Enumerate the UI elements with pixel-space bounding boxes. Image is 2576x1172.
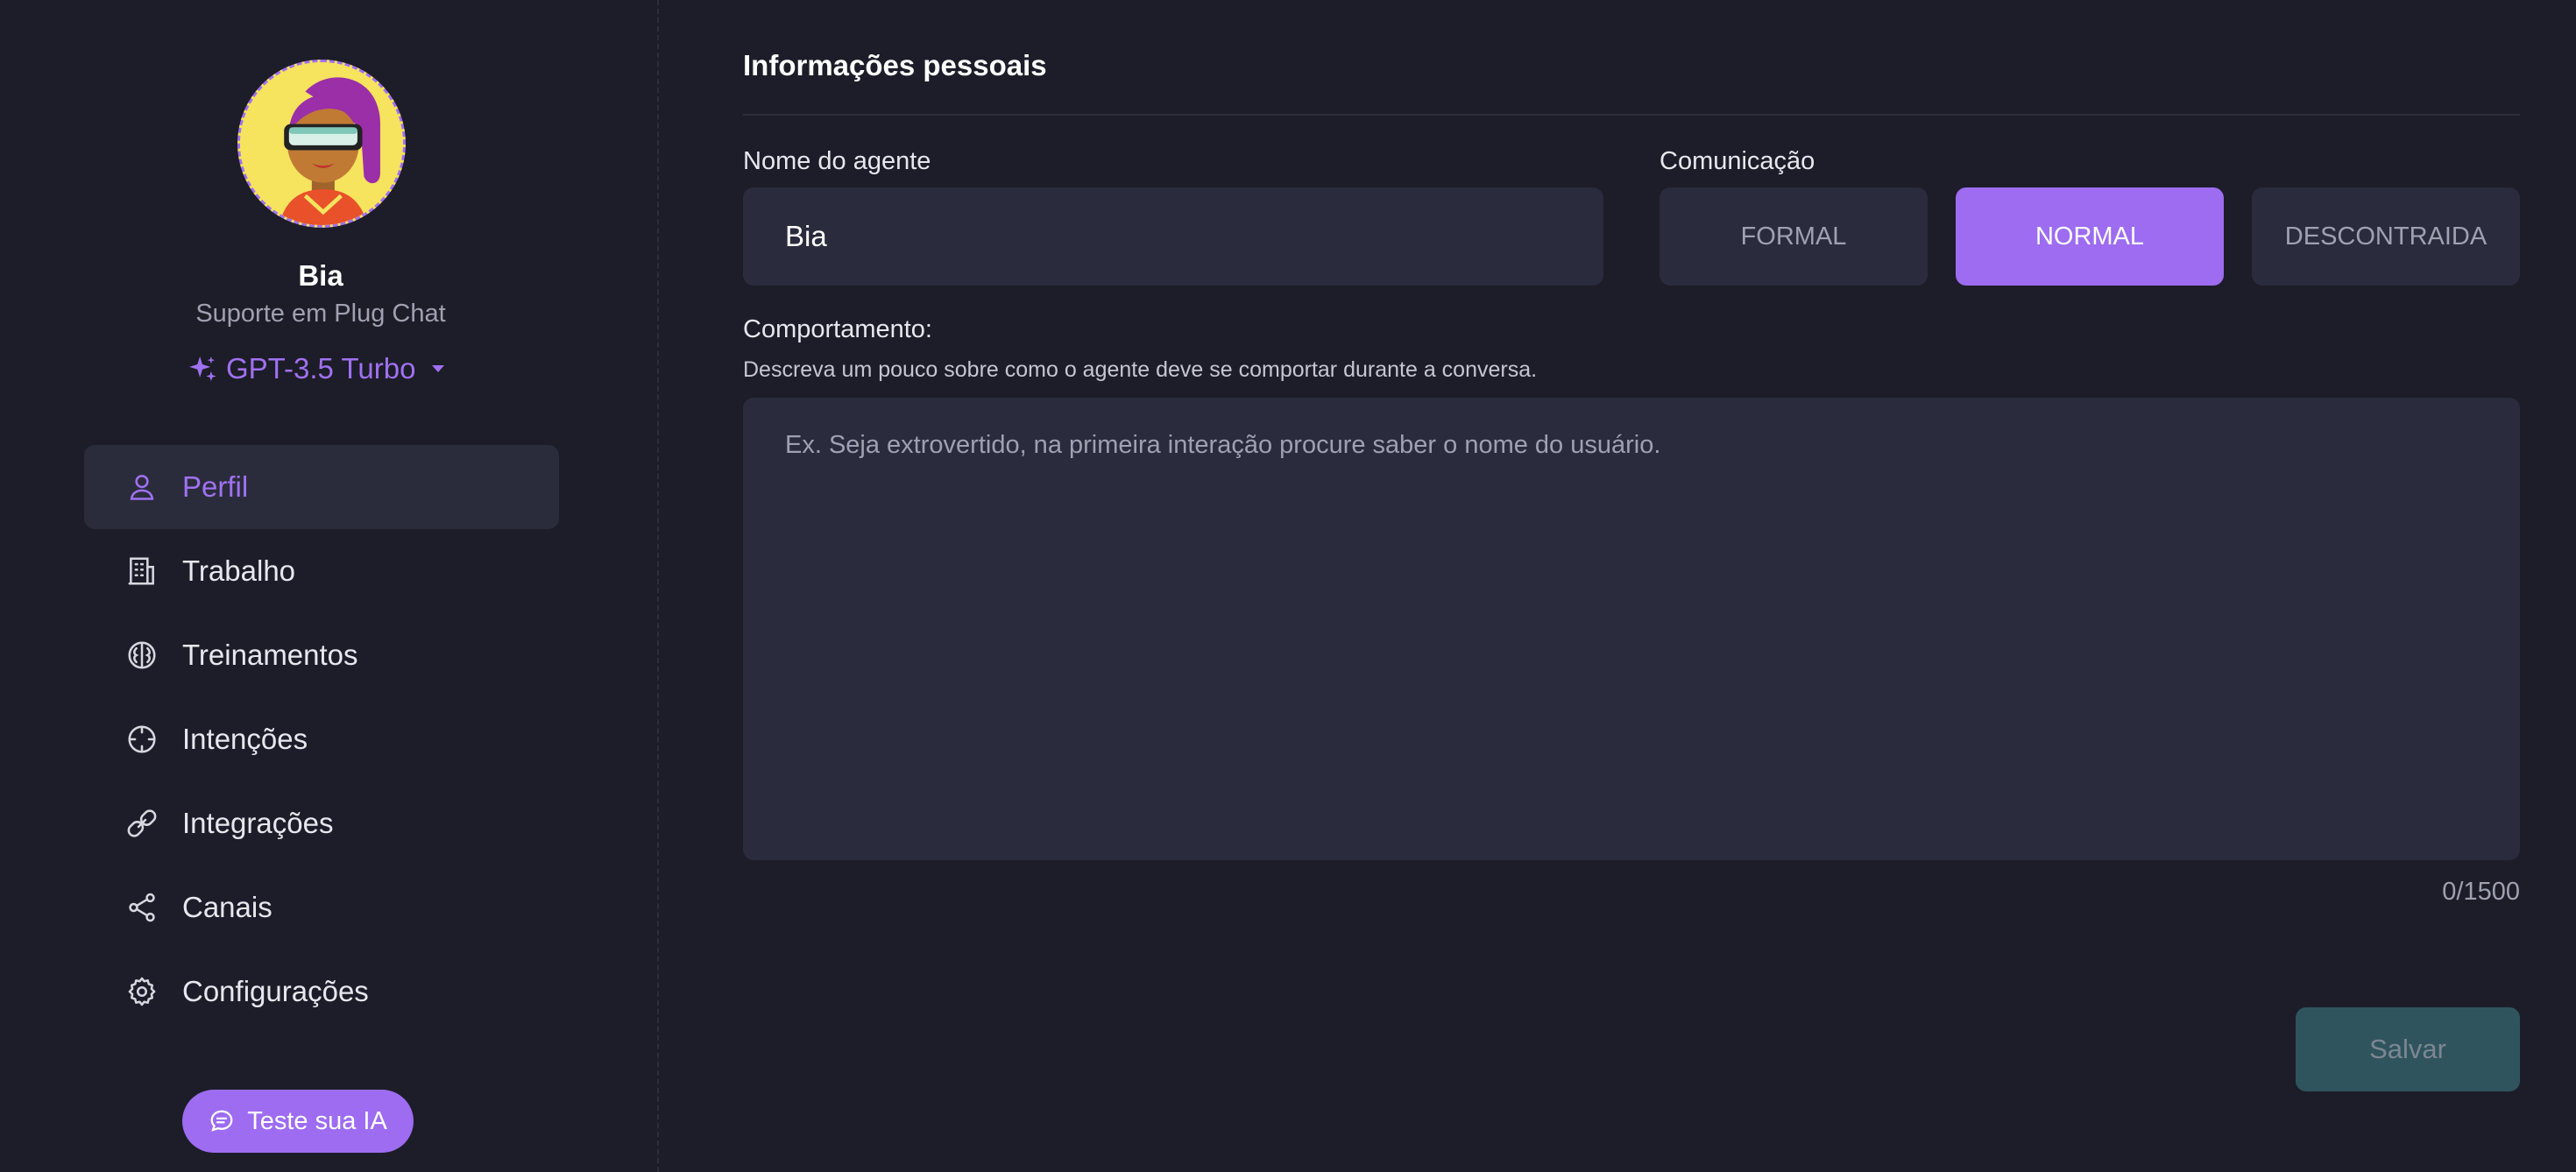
- sidebar-item-perfil[interactable]: Perfil: [84, 445, 559, 529]
- sidebar-item-configuracoes[interactable]: Configurações: [84, 950, 559, 1034]
- test-ai-label: Teste sua IA: [247, 1106, 387, 1135]
- name-field-label: Nome do agente: [743, 147, 931, 175]
- sidebar: Bia Suporte em Plug Chat GPT-3.5 Turbo P…: [0, 0, 659, 1172]
- sidebar-item-label: Integrações: [182, 807, 334, 839]
- share-icon: [124, 890, 159, 925]
- communication-normal-button[interactable]: NORMAL: [1956, 187, 2224, 286]
- behavior-textarea[interactable]: [743, 398, 2520, 860]
- avatar[interactable]: [237, 60, 406, 228]
- behavior-label: Comportamento:: [743, 315, 932, 343]
- communication-label: Comunicação: [1660, 147, 1815, 175]
- test-ai-button[interactable]: Teste sua IA: [182, 1090, 414, 1153]
- sidebar-item-canais[interactable]: Canais: [84, 865, 559, 950]
- sidebar-nav: Perfil Trabalho Treinamentos Intenções I…: [84, 445, 559, 1034]
- section-title: Informações pessoais: [743, 49, 1047, 81]
- sidebar-item-label: Perfil: [182, 470, 249, 503]
- brain-icon: [124, 638, 159, 673]
- agent-name: Bia: [298, 259, 343, 292]
- caret-down-icon: [432, 365, 445, 372]
- app-window: Bia Suporte em Plug Chat GPT-3.5 Turbo P…: [0, 0, 2576, 1172]
- sidebar-item-intencoes[interactable]: Intenções: [84, 697, 559, 781]
- gear-icon: [124, 974, 159, 1009]
- sidebar-item-trabalho[interactable]: Trabalho: [84, 529, 559, 613]
- agent-name-input[interactable]: [743, 187, 1603, 286]
- model-selector[interactable]: GPT-3.5 Turbo: [188, 349, 449, 389]
- character-counter: 0/1500: [2442, 878, 2520, 906]
- model-label: GPT-3.5 Turbo: [226, 352, 416, 385]
- save-button[interactable]: Salvar: [2296, 1007, 2520, 1091]
- communication-descontraida-button[interactable]: DESCONTRAIDA: [2252, 187, 2520, 286]
- sidebar-item-label: Trabalho: [182, 554, 296, 587]
- behavior-hint: Descreva um pouco sobre como o agente de…: [743, 357, 1538, 382]
- building-icon: [124, 554, 159, 589]
- sidebar-item-treinamentos[interactable]: Treinamentos: [84, 613, 559, 697]
- sidebar-item-integracoes[interactable]: Integrações: [84, 781, 559, 865]
- link-icon: [124, 806, 159, 841]
- avatar-woman-sunglasses-icon: [240, 62, 403, 225]
- crosshair-icon: [124, 722, 159, 757]
- agent-role: Suporte em Plug Chat: [195, 300, 446, 328]
- user-icon: [124, 470, 159, 505]
- main-content: Informações pessoais Nome do agente Comu…: [743, 0, 2520, 1172]
- sidebar-item-label: Intenções: [182, 723, 308, 755]
- sidebar-item-label: Canais: [182, 891, 272, 923]
- communication-formal-button[interactable]: FORMAL: [1660, 187, 1928, 286]
- divider: [743, 114, 2520, 116]
- sparkle-icon: [189, 356, 216, 382]
- sidebar-item-label: Configurações: [182, 975, 369, 1007]
- sidebar-item-label: Treinamentos: [182, 639, 358, 671]
- chat-bubble-icon: [210, 1110, 233, 1132]
